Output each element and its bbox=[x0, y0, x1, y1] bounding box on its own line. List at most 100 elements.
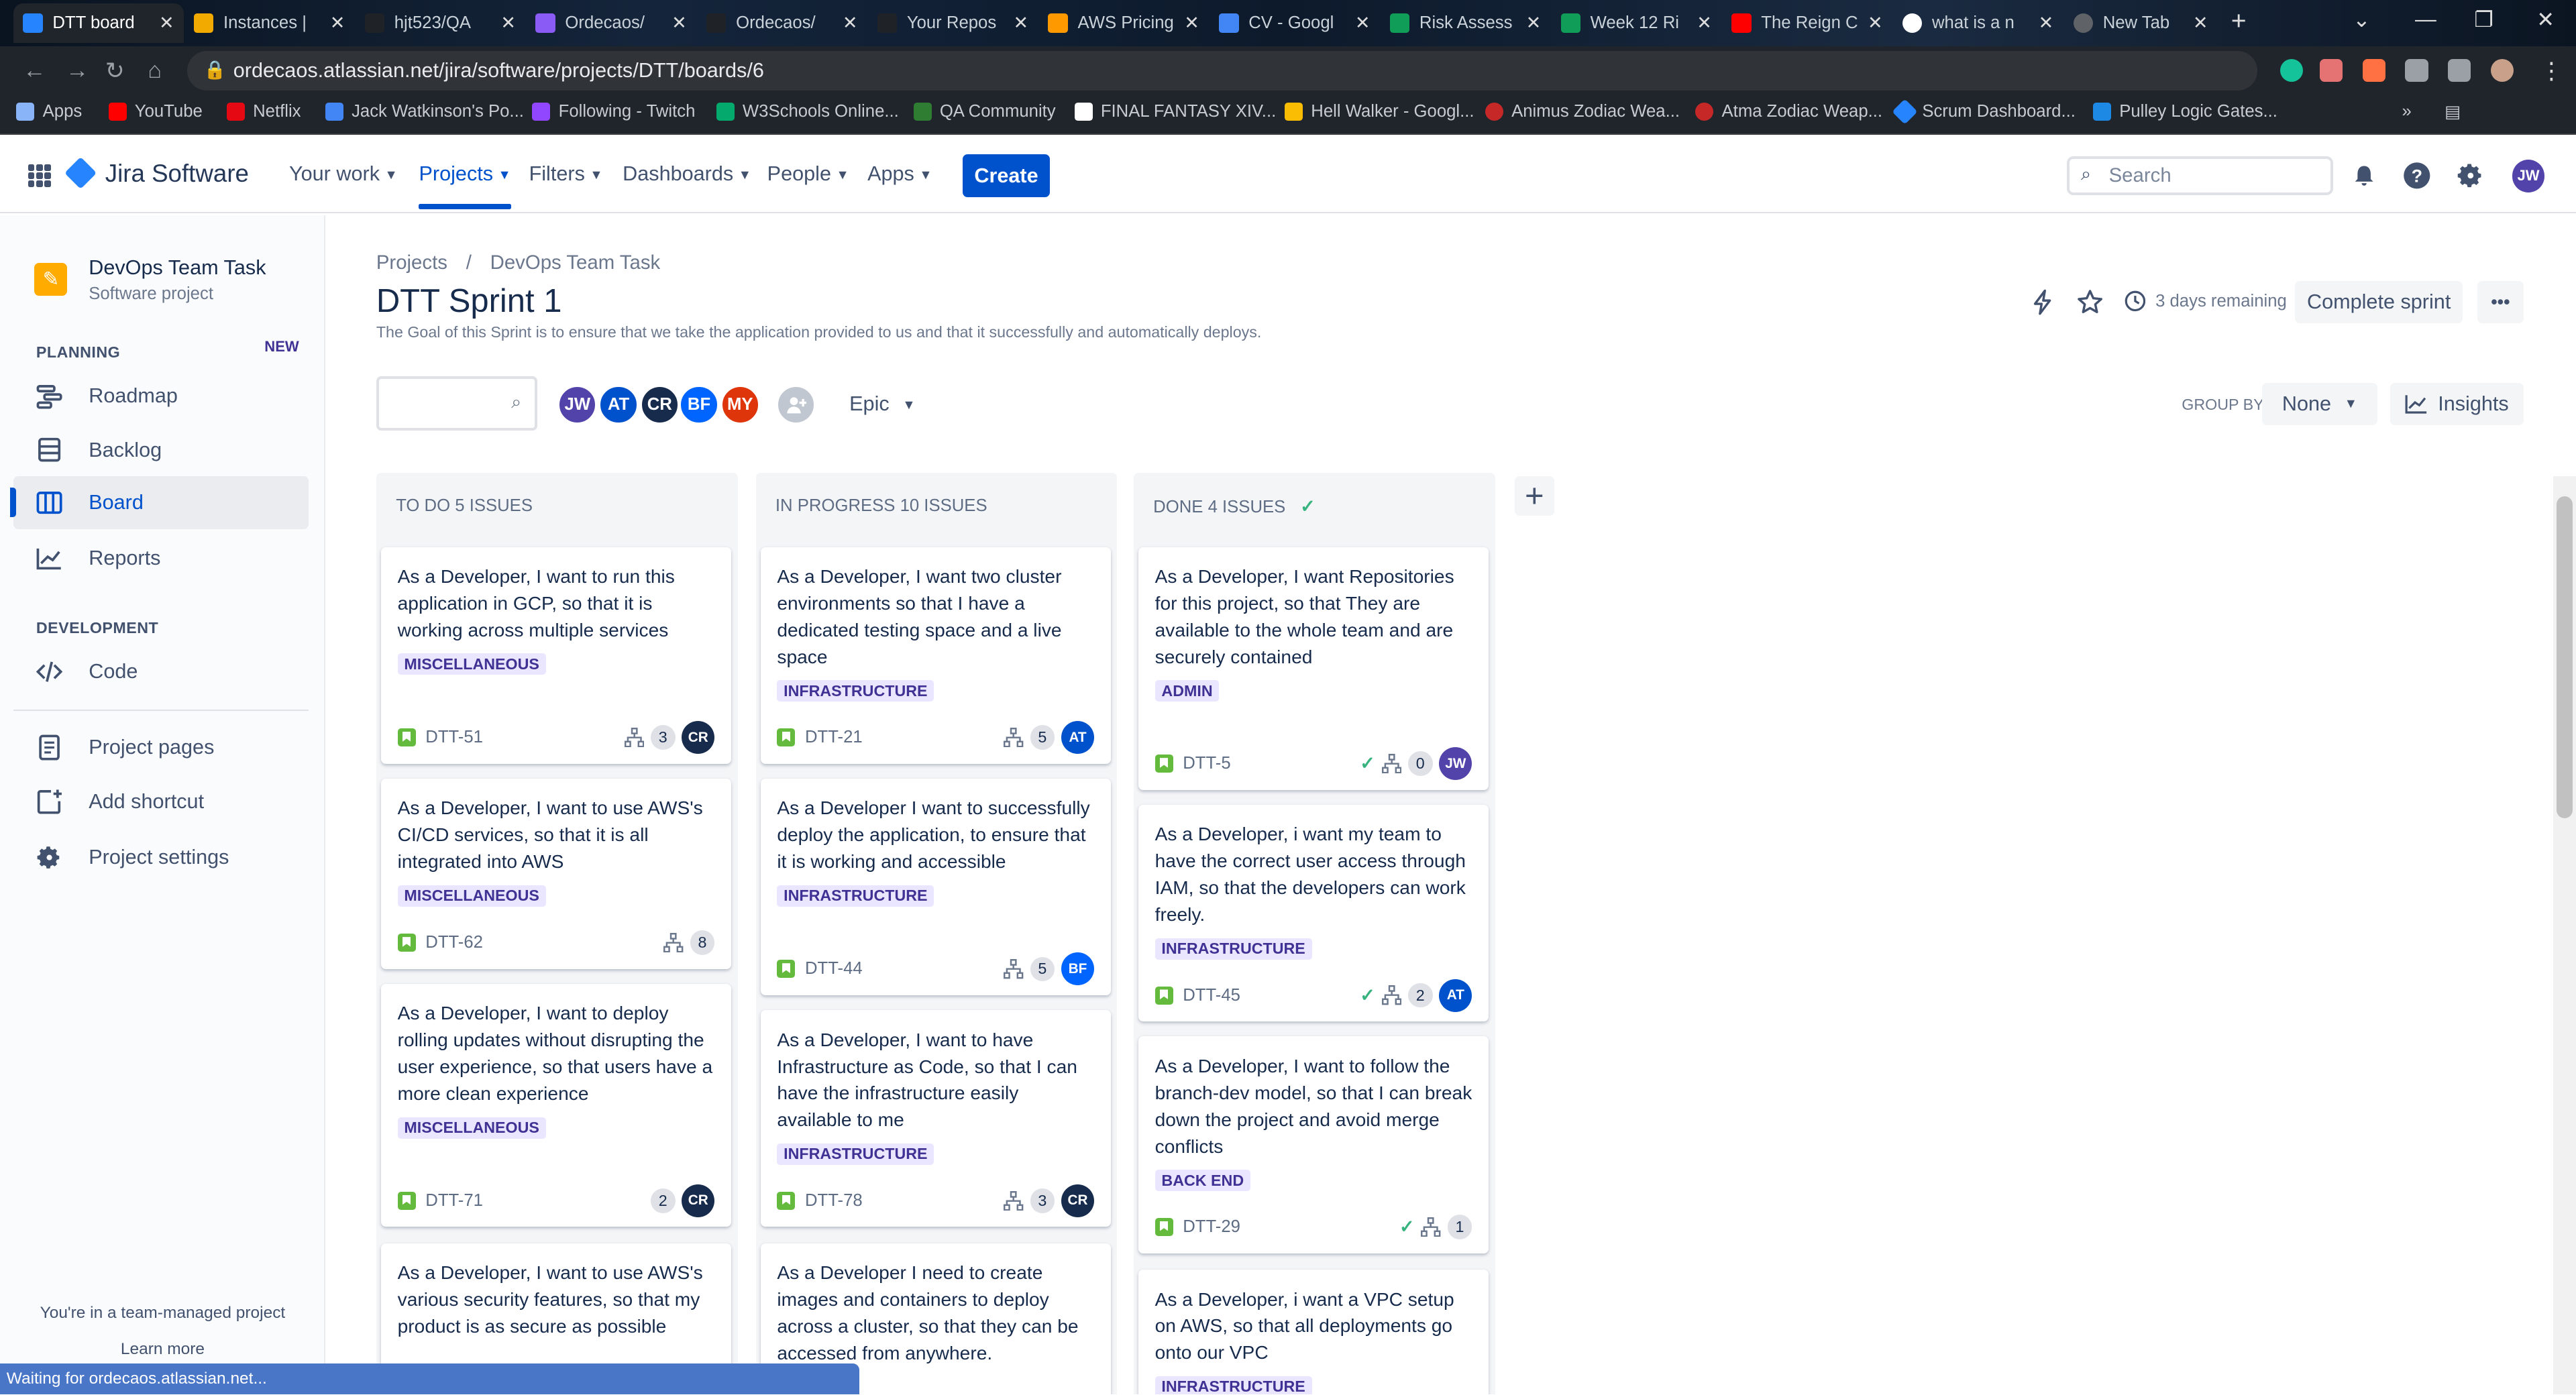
settings-gear-icon[interactable] bbox=[2455, 160, 2487, 192]
forward-arrow-icon[interactable]: → bbox=[66, 58, 89, 84]
issue-card[interactable]: As a Developer, I want Repositories for … bbox=[1138, 547, 1489, 790]
search-input[interactable]: ⌕ Search bbox=[2066, 156, 2333, 196]
sidebar-item-add-shortcut[interactable]: Add shortcut bbox=[13, 775, 309, 828]
jira-logo[interactable]: Jira Software bbox=[64, 157, 249, 190]
close-tab-icon[interactable]: ✕ bbox=[1868, 13, 1883, 34]
user-avatar[interactable]: JW bbox=[2512, 159, 2545, 192]
bookmark-item[interactable]: Hell Walker - Googl... bbox=[1285, 102, 1474, 121]
close-tab-icon[interactable]: ✕ bbox=[500, 13, 516, 34]
bookmark-twitch[interactable]: Following - Twitch bbox=[532, 102, 695, 121]
nav-people[interactable]: People ▼ bbox=[767, 162, 849, 186]
more-actions-button[interactable]: ••• bbox=[2477, 280, 2524, 324]
insights-button[interactable]: Insights bbox=[2390, 382, 2524, 426]
nav-your-work[interactable]: Your work ▼ bbox=[289, 162, 398, 186]
close-window-icon[interactable]: ✕ bbox=[2536, 7, 2555, 32]
bookmark-item[interactable]: Pulley Logic Gates... bbox=[2093, 102, 2277, 121]
bookmark-w3schools[interactable]: W3Schools Online... bbox=[716, 102, 899, 121]
reading-list-icon[interactable] bbox=[2448, 59, 2471, 82]
breadcrumb-projects[interactable]: Projects bbox=[376, 252, 447, 274]
browser-tab[interactable]: Risk Assess ✕ bbox=[1380, 3, 1551, 43]
new-tab-plus-icon[interactable]: + bbox=[2231, 7, 2247, 36]
nav-projects[interactable]: Projects ▼ bbox=[419, 162, 511, 211]
issue-card[interactable]: As a Developer, I want two cluster envir… bbox=[760, 547, 1111, 764]
bookmark-scrum-dashboard[interactable]: Scrum Dashboard... bbox=[1892, 99, 2076, 125]
notifications-bell-icon[interactable] bbox=[2348, 160, 2381, 192]
back-arrow-icon[interactable]: ← bbox=[23, 58, 46, 84]
bookmark-youtube[interactable]: YouTube bbox=[108, 102, 203, 121]
close-tab-icon[interactable]: ✕ bbox=[1355, 13, 1371, 34]
sidebar-item-project-settings[interactable]: Project settings bbox=[13, 831, 309, 883]
board-search-input[interactable]: ⌕ bbox=[376, 376, 537, 431]
assignee-avatar[interactable]: AT bbox=[1061, 721, 1095, 755]
bookmark-netflix[interactable]: Netflix bbox=[226, 102, 301, 121]
scrollbar-thumb[interactable] bbox=[2556, 496, 2573, 818]
assignee-avatar[interactable]: CR bbox=[1061, 1184, 1095, 1217]
browser-tab[interactable]: New Tab ✕ bbox=[2063, 3, 2218, 43]
browser-tab[interactable]: CV - Googl ✕ bbox=[1209, 3, 1380, 43]
browser-tab[interactable]: Your Repos ✕ bbox=[867, 3, 1038, 43]
complete-sprint-button[interactable]: Complete sprint bbox=[2295, 280, 2463, 324]
add-column-plus-icon[interactable]: + bbox=[1514, 476, 1554, 516]
sidebar-item-project-pages[interactable]: Project pages bbox=[13, 721, 309, 773]
assignee-avatar[interactable]: AT bbox=[1439, 979, 1472, 1012]
browser-tab[interactable]: what is a n ✕ bbox=[1892, 3, 2063, 43]
close-tab-icon[interactable]: ✕ bbox=[330, 13, 345, 34]
add-people-icon[interactable] bbox=[775, 384, 817, 426]
project-name[interactable]: DevOps Team Task bbox=[89, 256, 266, 280]
issue-card[interactable]: As a Developer, I want to follow the bra… bbox=[1138, 1036, 1489, 1253]
bookmark-item[interactable]: Animus Zodiac Wea... bbox=[1485, 102, 1680, 121]
browser-tab[interactable]: AWS Pricing ✕ bbox=[1038, 3, 1210, 43]
bookmark-item[interactable]: Atma Zodiac Weap... bbox=[1695, 102, 1882, 121]
issue-card[interactable]: As a Developer, I want to have Infrastru… bbox=[760, 1010, 1111, 1227]
assignee-filter-avatar[interactable]: AT bbox=[598, 384, 639, 426]
sidebar-item-reports[interactable]: Reports bbox=[13, 532, 309, 584]
sidebar-item-roadmap[interactable]: Roadmap bbox=[13, 370, 309, 422]
create-button[interactable]: Create bbox=[963, 154, 1050, 197]
browser-tab[interactable]: DTT board ✕ bbox=[13, 3, 184, 43]
browser-tab[interactable]: The Reign C ✕ bbox=[1722, 3, 1893, 43]
assignee-filter-avatar[interactable]: BF bbox=[678, 384, 720, 426]
reload-icon[interactable]: ↻ bbox=[105, 58, 125, 85]
bookmark-ffxiv[interactable]: FINAL FANTASY XIV... bbox=[1074, 102, 1276, 121]
issue-card[interactable]: As a Developer, I want to deploy rolling… bbox=[381, 983, 731, 1227]
close-tab-icon[interactable]: ✕ bbox=[1697, 13, 1712, 34]
assignee-filter-avatar[interactable]: JW bbox=[557, 384, 598, 426]
browser-menu-icon[interactable]: ⋮ bbox=[2540, 58, 2563, 85]
browser-tab[interactable]: hjt523/QA ✕ bbox=[355, 3, 526, 43]
reading-list-icon[interactable]: ▤ bbox=[2445, 102, 2461, 122]
nav-dashboards[interactable]: Dashboards ▼ bbox=[623, 162, 751, 186]
restore-window-icon[interactable]: ❐ bbox=[2474, 7, 2493, 32]
extension-icon[interactable] bbox=[2319, 59, 2343, 82]
home-icon[interactable]: ⌂ bbox=[148, 58, 162, 84]
close-tab-icon[interactable]: ✕ bbox=[1526, 13, 1542, 34]
more-bookmarks-chevron-icon[interactable]: » bbox=[2402, 102, 2411, 121]
profile-avatar[interactable] bbox=[2490, 59, 2514, 82]
extensions-puzzle-icon[interactable] bbox=[2405, 59, 2428, 82]
help-icon[interactable]: ? bbox=[2400, 160, 2433, 192]
group-by-dropdown[interactable]: None ▼ bbox=[2262, 382, 2377, 426]
close-tab-icon[interactable]: ✕ bbox=[1014, 13, 1029, 34]
project-avatar-icon[interactable]: ✎ bbox=[34, 262, 68, 296]
close-tab-icon[interactable]: ✕ bbox=[843, 13, 858, 34]
sidebar-item-code[interactable]: Code bbox=[13, 645, 309, 698]
board-scrollbar[interactable] bbox=[2553, 476, 2576, 1395]
browser-tab[interactable]: Ordecaos/✕ bbox=[696, 3, 867, 43]
assignee-avatar[interactable]: BF bbox=[1061, 952, 1095, 986]
close-tab-icon[interactable]: ✕ bbox=[159, 13, 174, 34]
app-switcher-icon[interactable] bbox=[28, 164, 51, 188]
lightning-automation-icon[interactable] bbox=[2029, 289, 2055, 315]
browser-tab[interactable]: Week 12 Ri ✕ bbox=[1551, 3, 1722, 43]
issue-card[interactable]: As a Developer, I want to run this appli… bbox=[381, 547, 731, 764]
assignee-filter-avatar[interactable]: CR bbox=[639, 384, 680, 426]
close-tab-icon[interactable]: ✕ bbox=[672, 13, 687, 34]
close-tab-icon[interactable]: ✕ bbox=[2039, 13, 2054, 34]
nav-filters[interactable]: Filters ▼ bbox=[529, 162, 603, 186]
issue-card[interactable]: As a Developer I want to successfully de… bbox=[760, 778, 1111, 996]
breadcrumb-project[interactable]: DevOps Team Task bbox=[490, 252, 661, 274]
browser-tab[interactable]: Ordecaos/✕ bbox=[526, 3, 697, 43]
bookmark-apps[interactable]: Apps bbox=[16, 102, 82, 121]
sidebar-item-backlog[interactable]: Backlog bbox=[13, 424, 309, 476]
sidebar-item-board[interactable]: Board bbox=[9, 476, 309, 529]
assignee-avatar[interactable]: CR bbox=[682, 1184, 715, 1217]
bookmark-qa-community[interactable]: QA Community bbox=[913, 102, 1056, 121]
